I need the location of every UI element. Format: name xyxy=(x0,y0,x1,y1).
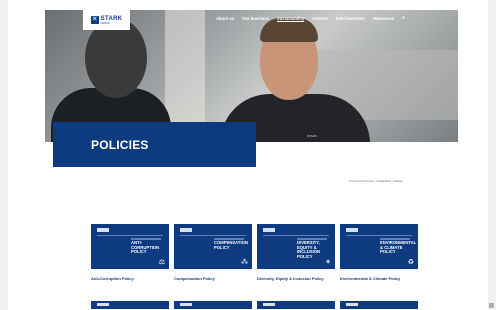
shirt-logo: STARK xyxy=(307,134,317,138)
nav-item-newsroom[interactable]: Newsroom xyxy=(373,16,394,21)
card-divider xyxy=(346,235,412,236)
card-title: ENVIRONMENTAL & CLIMATE POLICY xyxy=(380,240,417,255)
page-title-banner: POLICIES xyxy=(53,122,256,167)
policy-caption-diversity[interactable]: Diversity, Equity & Inclusion Policy xyxy=(257,276,324,281)
policy-card-compensation[interactable]: COMPENSATION POLICY ⁂ xyxy=(174,224,252,269)
policy-card-environmental[interactable]: ENVIRONMENTAL & CLIMATE POLICY ♻ xyxy=(340,224,418,269)
pattern-icon: ⁂ xyxy=(241,259,248,266)
card-logo xyxy=(346,228,358,232)
recycle-icon: ♻ xyxy=(407,259,414,266)
scrollbar-thumb[interactable] xyxy=(489,303,494,308)
card-title: DIVERSITY, EQUITY & INCLUSION POLICY xyxy=(297,240,321,259)
card-logo xyxy=(263,303,275,306)
nav-item-sustainability[interactable]: Sustainability xyxy=(277,16,304,21)
policy-caption-compensation[interactable]: Compensation Policy xyxy=(174,276,215,281)
card-logo xyxy=(346,303,358,306)
policy-card-anti-corruption[interactable]: ANTI-CORRUPTION POLICY ⚖ xyxy=(91,224,169,269)
page-title: POLICIES xyxy=(91,137,149,152)
policy-caption-environmental[interactable]: Environmental & Climate Policy xyxy=(340,276,400,281)
card-title: COMPENSATION POLICY xyxy=(214,240,248,250)
nav-item-about-us[interactable]: About us xyxy=(216,16,234,21)
nav-item-careers[interactable]: Careers xyxy=(312,16,328,21)
card-divider xyxy=(263,235,329,236)
hero-person-right-hair xyxy=(260,18,318,42)
card-logo xyxy=(180,228,192,232)
card-logo xyxy=(97,303,109,306)
card-title: ANTI-CORRUPTION POLICY xyxy=(131,240,160,255)
card-logo xyxy=(180,303,192,306)
policy-card-row2[interactable] xyxy=(174,301,252,309)
card-logo xyxy=(263,228,275,232)
stark-logo-mark: ✕ xyxy=(90,16,99,24)
search-icon[interactable]: ⌕ xyxy=(402,15,405,21)
scales-icon: ⚖ xyxy=(158,259,165,266)
nav-item-debt-investors[interactable]: Debt investors xyxy=(336,16,365,21)
policy-card-row2[interactable] xyxy=(91,301,169,309)
stark-logo[interactable]: ✕ STARK GROUP xyxy=(83,10,130,30)
policy-card-row2[interactable] xyxy=(340,301,418,309)
policy-card-row2[interactable] xyxy=(257,301,335,309)
breadcrumb[interactable]: Front to the the future › Sustainability… xyxy=(349,180,403,183)
hero-person-left-head xyxy=(85,18,147,98)
main-nav: About us Our business Sustainability Car… xyxy=(216,15,405,21)
logo-subtitle: GROUP xyxy=(100,21,110,25)
card-divider xyxy=(97,235,163,236)
card-divider xyxy=(180,235,246,236)
policy-card-diversity[interactable]: DIVERSITY, EQUITY & INCLUSION POLICY ✶ xyxy=(257,224,335,269)
nav-item-our-business[interactable]: Our business xyxy=(242,16,269,21)
star-icon: ✶ xyxy=(325,259,331,266)
policy-caption-anti-corruption[interactable]: Anti-Corruption Policy xyxy=(91,276,134,281)
card-logo xyxy=(97,228,109,232)
